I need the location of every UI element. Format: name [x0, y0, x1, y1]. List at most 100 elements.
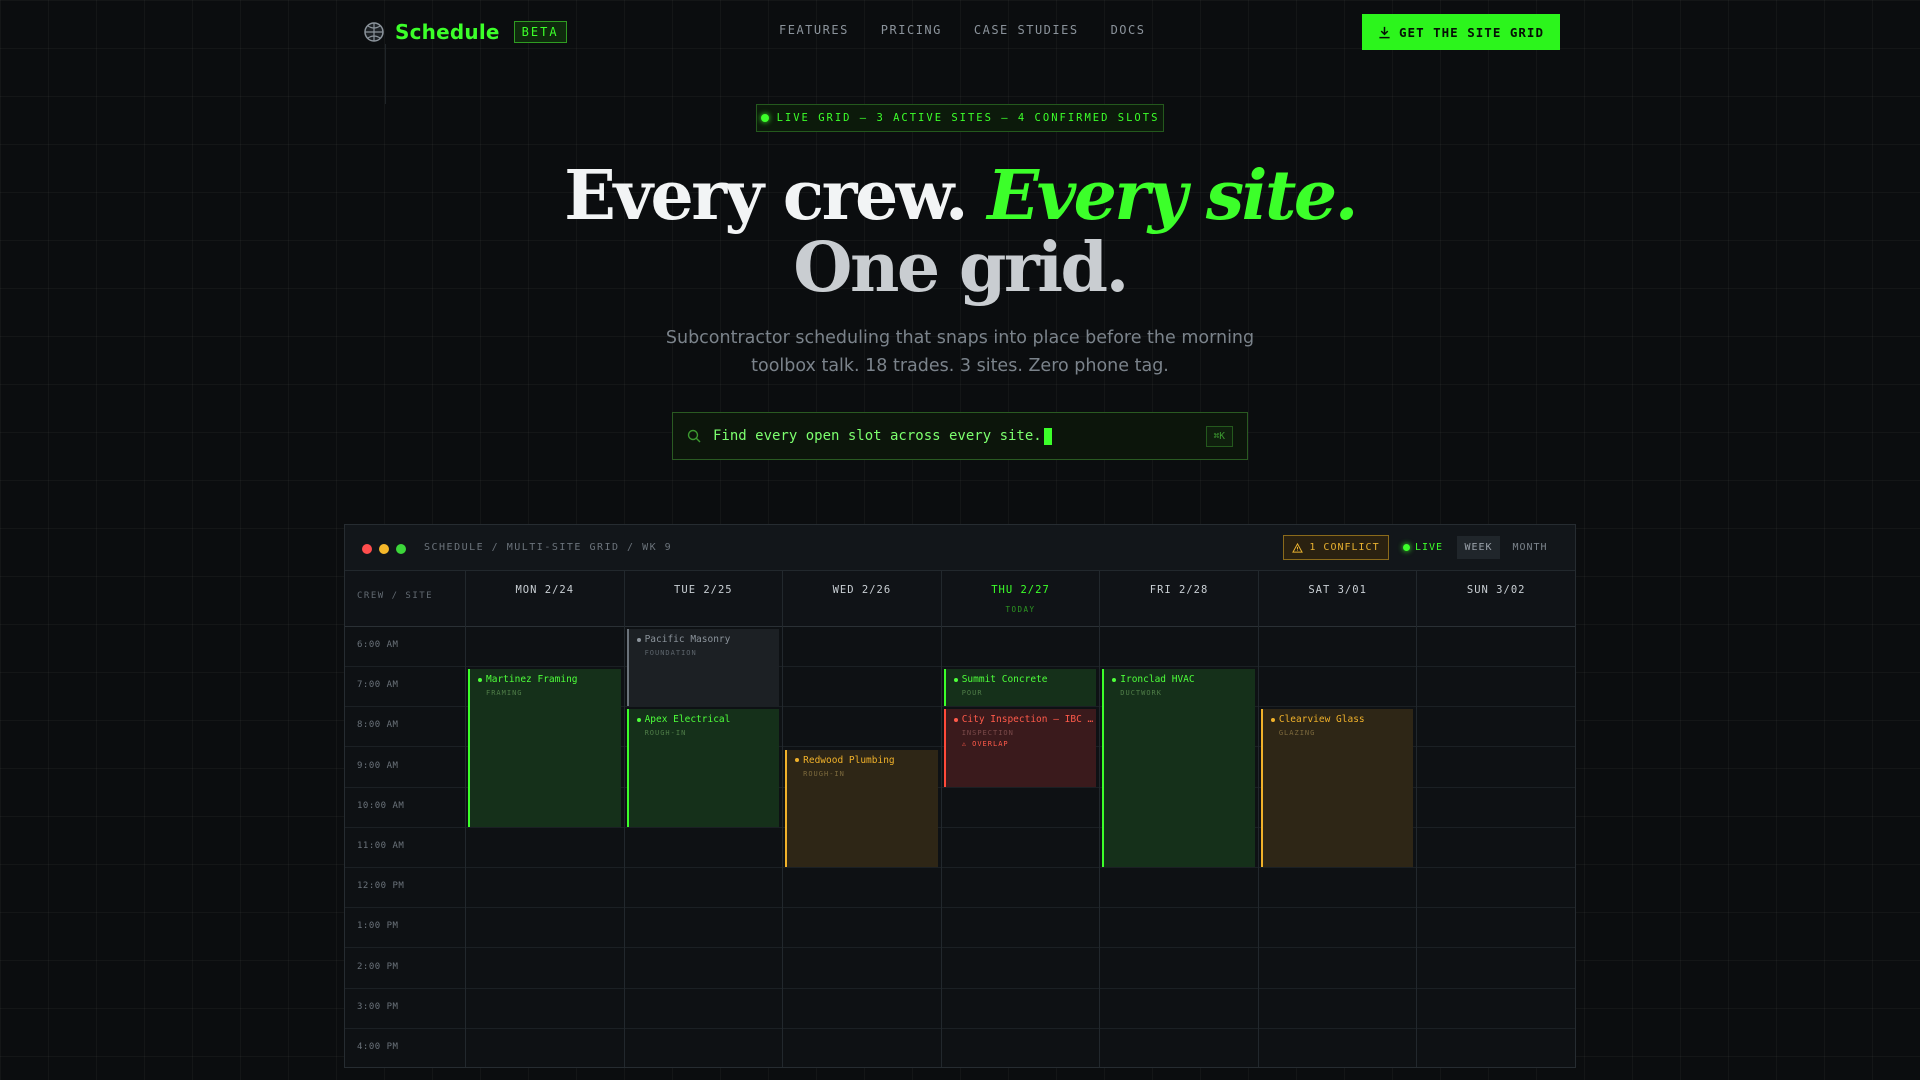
live-indicator: LIVE [1403, 542, 1443, 553]
status-dot-icon [953, 717, 958, 722]
today-tag: TODAY [1005, 605, 1036, 614]
day-header-2[interactable]: WED 2/26 [782, 571, 941, 627]
time-label: 2:00 PM [357, 961, 399, 972]
time-label: 9:00 AM [357, 760, 399, 771]
event-trade: INSPECTION [961, 729, 1014, 738]
event-title-text: City Inspection — IBC … [961, 714, 1094, 726]
event-title: Redwood Plumbing [795, 755, 938, 766]
live-label: LIVE [1415, 542, 1444, 553]
day-column-divider [1257, 627, 1259, 1067]
live-dot-icon [760, 114, 769, 122]
live-status-pill: LIVE GRID — 3 ACTIVE SITES — 4 CONFIRMED… [756, 104, 1164, 132]
maximize-dot-icon[interactable] [396, 544, 406, 554]
day-header-5[interactable]: SAT 3/01 [1257, 571, 1417, 627]
get-site-grid-button[interactable]: GET THE SITE GRID [1362, 14, 1560, 50]
event-title: Summit Concrete [953, 674, 1097, 686]
time-label: 11:00 AM [357, 841, 405, 851]
day-header-1[interactable]: TUE 2/25 [623, 571, 783, 627]
nav-link-features[interactable]: FEATURES [779, 23, 849, 37]
search-value: Find every open slot across every site. [713, 427, 1194, 445]
cta-label: GET THE SITE GRID [1399, 24, 1544, 40]
day-label: SUN 3/02 [1466, 584, 1526, 596]
search-icon [687, 429, 701, 443]
schedule-event[interactable]: Redwood Plumbing ROUGH-IN [785, 749, 938, 868]
day-column-divider [465, 627, 466, 1067]
nav-link-pricing[interactable]: PRICING [881, 23, 942, 37]
event-title-text: Clearview Glass [1278, 714, 1365, 726]
day-header-6[interactable]: SUN 3/02 [1416, 571, 1575, 627]
hero-headline: Every crew. Every site. One grid. [560, 160, 1360, 304]
time-label: 4:00 PM [357, 1042, 399, 1052]
event-trade: GLAZING [1278, 729, 1316, 738]
event-title-text: Martinez Framing [486, 674, 578, 686]
day-header-4[interactable]: FRI 2/28 [1099, 571, 1258, 627]
search-text: Find every open slot across every site. [713, 428, 1042, 444]
event-title-text: Summit Concrete [961, 674, 1048, 686]
time-label: 3:00 PM [357, 1001, 399, 1012]
day-label: MON 2/24 [515, 584, 575, 596]
beta-badge: BETA [513, 21, 567, 43]
text-caret [1043, 427, 1052, 445]
day-header-0[interactable]: MON 2/24 [465, 571, 624, 627]
close-dot-icon[interactable] [362, 544, 372, 554]
conflict-badge[interactable]: 1 CONFLICT [1283, 535, 1389, 560]
headline-part-1: Every crew. [564, 156, 968, 236]
schedule-grid: 6:00 AM 7:00 AM 8:00 AM 9:00 AM 10:00 AM 11:0… [345, 627, 1575, 1067]
nav-link-docs[interactable]: DOCS [1111, 23, 1146, 37]
status-dot-icon [478, 677, 482, 682]
time-row: 1:00 PM [345, 908, 1575, 949]
status-dot-icon [636, 637, 641, 642]
day-label: THU 2/27 [991, 584, 1050, 596]
top-nav: Schedule BETA FEATURES PRICING CASE STUD… [0, 0, 1920, 62]
schedule-event[interactable]: Martinez Framing FRAMING [468, 669, 621, 827]
event-trade: ROUGH-IN [803, 769, 845, 778]
crew-site-label: CREW / SITE [357, 591, 434, 601]
divider [385, 44, 386, 104]
day-column-divider [623, 627, 625, 1067]
time-label: 8:00 AM [357, 720, 399, 731]
event-trade: ROUGH-IN [644, 729, 687, 738]
day-column-divider [1416, 627, 1418, 1067]
view-week-button[interactable]: WEEK [1457, 536, 1500, 559]
schedule-event[interactable]: Apex Electrical ROUGH-IN [626, 709, 780, 827]
schedule-event[interactable]: Pacific Masonry FOUNDATION [626, 629, 780, 707]
day-label: SAT 3/01 [1308, 584, 1367, 596]
nav-link-case-studies[interactable]: CASE STUDIES [974, 23, 1079, 37]
event-title: Ironclad HVAC [1112, 674, 1255, 685]
breadcrumb: SCHEDULE / MULTI-SITE GRID / WK 9 [424, 542, 673, 553]
time-row: 6:00 AM [345, 627, 1575, 667]
day-header-row: CREW / SITE MON 2/24 TUE 2/25 WED 2/26 THU … [345, 571, 1575, 627]
day-label: WED 2/26 [832, 584, 892, 596]
slot-search-input[interactable]: Find every open slot across every site. … [672, 412, 1248, 460]
event-warning: ⚠ OVERLAP [961, 740, 1009, 749]
schedule-event[interactable]: City Inspection — IBC … INSPECTION ⚠ OVERL… [943, 709, 1097, 787]
schedule-event[interactable]: Clearview Glass GLAZING [1260, 709, 1414, 868]
headline-part-2: Every site. [987, 156, 1358, 236]
schedule-event[interactable]: Summit Concrete POUR [943, 669, 1097, 707]
event-title: Pacific Masonry [636, 634, 780, 645]
event-title: Martinez Framing [478, 674, 621, 685]
day-header-3[interactable]: THU 2/27 TODAY [940, 571, 1100, 627]
nav-links: FEATURES PRICING CASE STUDIES DOCS [779, 23, 1145, 37]
status-dot-icon [953, 677, 958, 682]
brand[interactable]: Schedule BETA [363, 20, 567, 44]
time-row: 2:00 PM [345, 949, 1575, 989]
status-dot-icon [795, 758, 800, 763]
status-dot-icon [636, 717, 641, 722]
view-month-button[interactable]: MONTH [1506, 536, 1554, 559]
event-title: City Inspection — IBC … [953, 714, 1097, 726]
download-icon [1379, 26, 1390, 38]
window-titlebar: SCHEDULE / MULTI-SITE GRID / WK 9 1 CONF… [345, 525, 1575, 571]
schedule-event[interactable]: Ironclad HVAC DUCTWORK [1102, 669, 1255, 868]
event-trade: DUCTWORK [1120, 689, 1162, 698]
minimize-dot-icon[interactable] [379, 544, 389, 554]
window-controls [362, 544, 406, 554]
event-title: Clearview Glass [1270, 714, 1414, 726]
hero-subtitle: Subcontractor scheduling that snaps into… [665, 328, 1255, 376]
headline-part-3: One grid. [793, 228, 1129, 308]
conflict-label: 1 CONFLICT [1309, 542, 1380, 553]
day-label: FRI 2/28 [1149, 584, 1209, 596]
brand-name: Schedule [395, 20, 500, 44]
time-label: 10:00 AM [357, 800, 405, 811]
day-column-divider [1099, 627, 1101, 1067]
